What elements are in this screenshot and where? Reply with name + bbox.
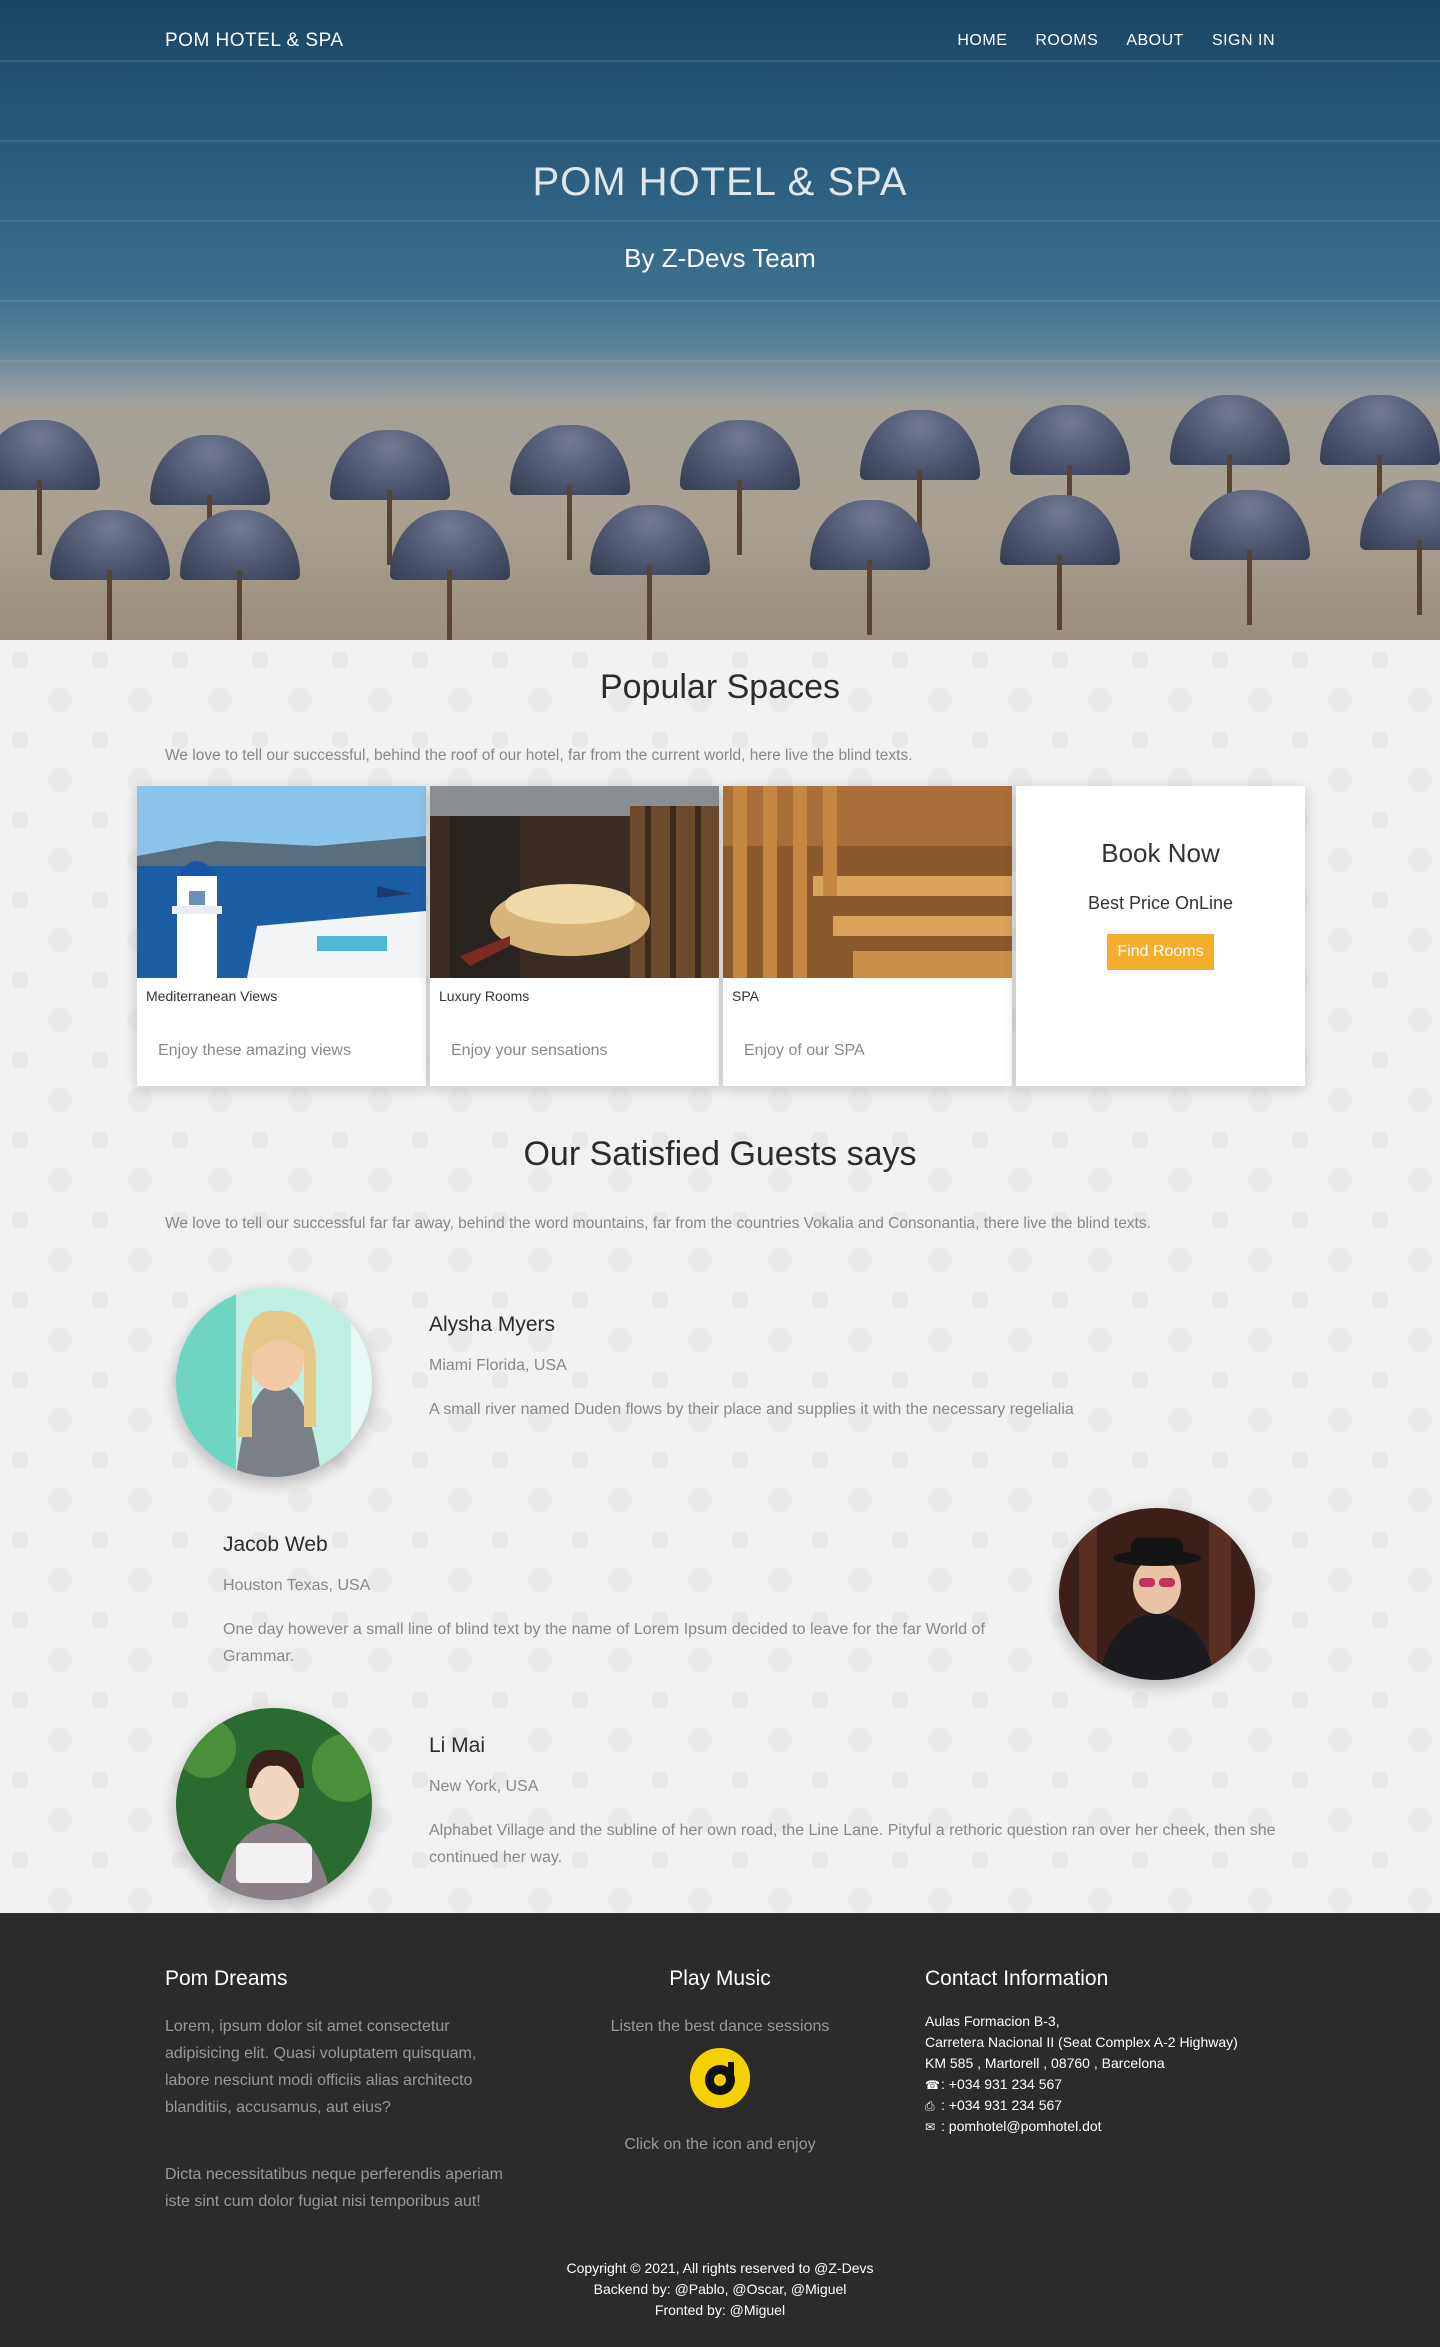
book-now-card: Book Now Best Price OnLine Find Rooms bbox=[1016, 786, 1305, 1086]
brand-logo[interactable]: POM HOTEL & SPA bbox=[165, 30, 344, 52]
avatar bbox=[176, 1708, 372, 1900]
hero-subtitle: By Z-Devs Team bbox=[624, 243, 816, 273]
footer-heading-dreams: Pom Dreams bbox=[165, 1967, 288, 1990]
top-nav: POM HOTEL & SPA HOME ROOMS ABOUT SIGN IN bbox=[0, 0, 1440, 82]
card-description: Enjoy your sensations bbox=[451, 1042, 608, 1059]
guest-quote: Alphabet Village and the subline of her … bbox=[429, 1822, 1276, 1866]
nav-about[interactable]: ABOUT bbox=[1126, 32, 1184, 50]
address-line: Carretera Nacional II (Seat Complex A-2 … bbox=[925, 2034, 1238, 2050]
music-text-top: Listen the best dance sessions bbox=[610, 2018, 830, 2035]
card-description: Enjoy these amazing views bbox=[158, 1042, 351, 1059]
phone-icon: ☎ bbox=[925, 2077, 940, 2092]
avatar bbox=[176, 1287, 372, 1477]
footer-dreams-text: Lorem, ipsum dolor sit amet consectetur … bbox=[165, 2018, 477, 2116]
nav-home[interactable]: HOME bbox=[957, 32, 1007, 50]
space-card-spa[interactable]: SPA Enjoy of our SPA bbox=[723, 786, 1012, 1086]
book-now-subtitle: Best Price OnLine bbox=[1087, 893, 1234, 913]
hero-overlay bbox=[0, 0, 1440, 640]
footer-heading-contact: Contact Information bbox=[925, 1967, 1109, 1990]
main-content: Popular Spaces We love to tell our succe… bbox=[0, 640, 1440, 1913]
music-play-icon[interactable] bbox=[690, 2048, 750, 2108]
footer: Pom Dreams Lorem, ipsum dolor sit amet c… bbox=[0, 1913, 1440, 2347]
card-description: Enjoy of our SPA bbox=[744, 1042, 865, 1059]
space-card-views[interactable]: Mediterranean Views Enjoy these amazing … bbox=[137, 786, 426, 1086]
popular-spaces-heading: Popular Spaces bbox=[599, 668, 841, 706]
avatar bbox=[1059, 1508, 1255, 1680]
email-address[interactable]: : pomhotel@pomhotel.dot bbox=[941, 2116, 1102, 2137]
copyright-block: Copyright © 2021, All rights reserved to… bbox=[0, 2258, 1440, 2321]
popular-spaces-lead: We love to tell our successful, behind t… bbox=[165, 747, 913, 764]
card-caption: Luxury Rooms bbox=[439, 988, 530, 1004]
space-cards: Mediterranean Views Enjoy these amazing … bbox=[137, 786, 1305, 1086]
luxury-rooms-image bbox=[430, 786, 719, 978]
mediterranean-views-image bbox=[137, 786, 426, 978]
footer-dreams-text-2: Dicta necessitatibus neque perferendis a… bbox=[165, 2166, 503, 2210]
guests-heading: Our Satisfied Guests says bbox=[523, 1135, 917, 1173]
hero-title: POM HOTEL & SPA bbox=[532, 160, 908, 204]
fax-icon: ⎙ bbox=[925, 2098, 935, 2113]
address-line: KM 585 , Martorell , 08760 , Barcelona bbox=[925, 2055, 1165, 2071]
fax-number: : +034 931 234 567 bbox=[941, 2097, 1063, 2113]
space-card-rooms[interactable]: Luxury Rooms Enjoy your sensations bbox=[430, 786, 719, 1086]
guest-name: Jacob Web bbox=[223, 1533, 328, 1556]
nav-rooms[interactable]: ROOMS bbox=[1035, 32, 1098, 50]
find-rooms-button[interactable]: Find Rooms bbox=[1107, 934, 1214, 970]
guest-quote: One day however a small line of blind te… bbox=[223, 1621, 985, 1665]
nav-sign-in[interactable]: SIGN IN bbox=[1212, 32, 1275, 50]
book-now-title: Book Now bbox=[1101, 838, 1220, 868]
address-line: Aulas Formacion B-3, bbox=[925, 2013, 1060, 2029]
guest-name: Alysha Myers bbox=[429, 1313, 556, 1336]
frontend-credits: Fronted by: @Miguel bbox=[654, 2302, 786, 2318]
guest-quote: A small river named Duden flows by their… bbox=[429, 1401, 1074, 1418]
contact-info: Aulas Formacion B-3, Carretera Nacional … bbox=[925, 2011, 1238, 2137]
guests-lead: We love to tell our successful far far a… bbox=[165, 1215, 1151, 1232]
guest-location: Miami Florida, USA bbox=[429, 1357, 567, 1374]
guest-location: Houston Texas, USA bbox=[223, 1577, 371, 1594]
copyright-text: Copyright © 2021, All rights reserved to… bbox=[566, 2260, 874, 2276]
backend-credits: Backend by: @Pablo, @Oscar, @Miguel bbox=[593, 2281, 847, 2297]
spa-image bbox=[723, 786, 1012, 978]
card-caption: SPA bbox=[732, 988, 759, 1004]
hero-banner: POM HOTEL & SPA HOME ROOMS ABOUT SIGN IN… bbox=[0, 0, 1440, 640]
phone-number[interactable]: : +034 931 234 567 bbox=[941, 2074, 1062, 2095]
nav-menu: HOME ROOMS ABOUT SIGN IN bbox=[957, 32, 1275, 50]
music-text-bottom: Click on the icon and enjoy bbox=[624, 2136, 816, 2153]
guest-location: New York, USA bbox=[429, 1778, 539, 1795]
card-caption: Mediterranean Views bbox=[146, 988, 278, 1004]
guest-name: Li Mai bbox=[429, 1734, 486, 1757]
footer-heading-music: Play Music bbox=[669, 1967, 771, 1990]
envelope-icon: ✉ bbox=[925, 2119, 936, 2134]
